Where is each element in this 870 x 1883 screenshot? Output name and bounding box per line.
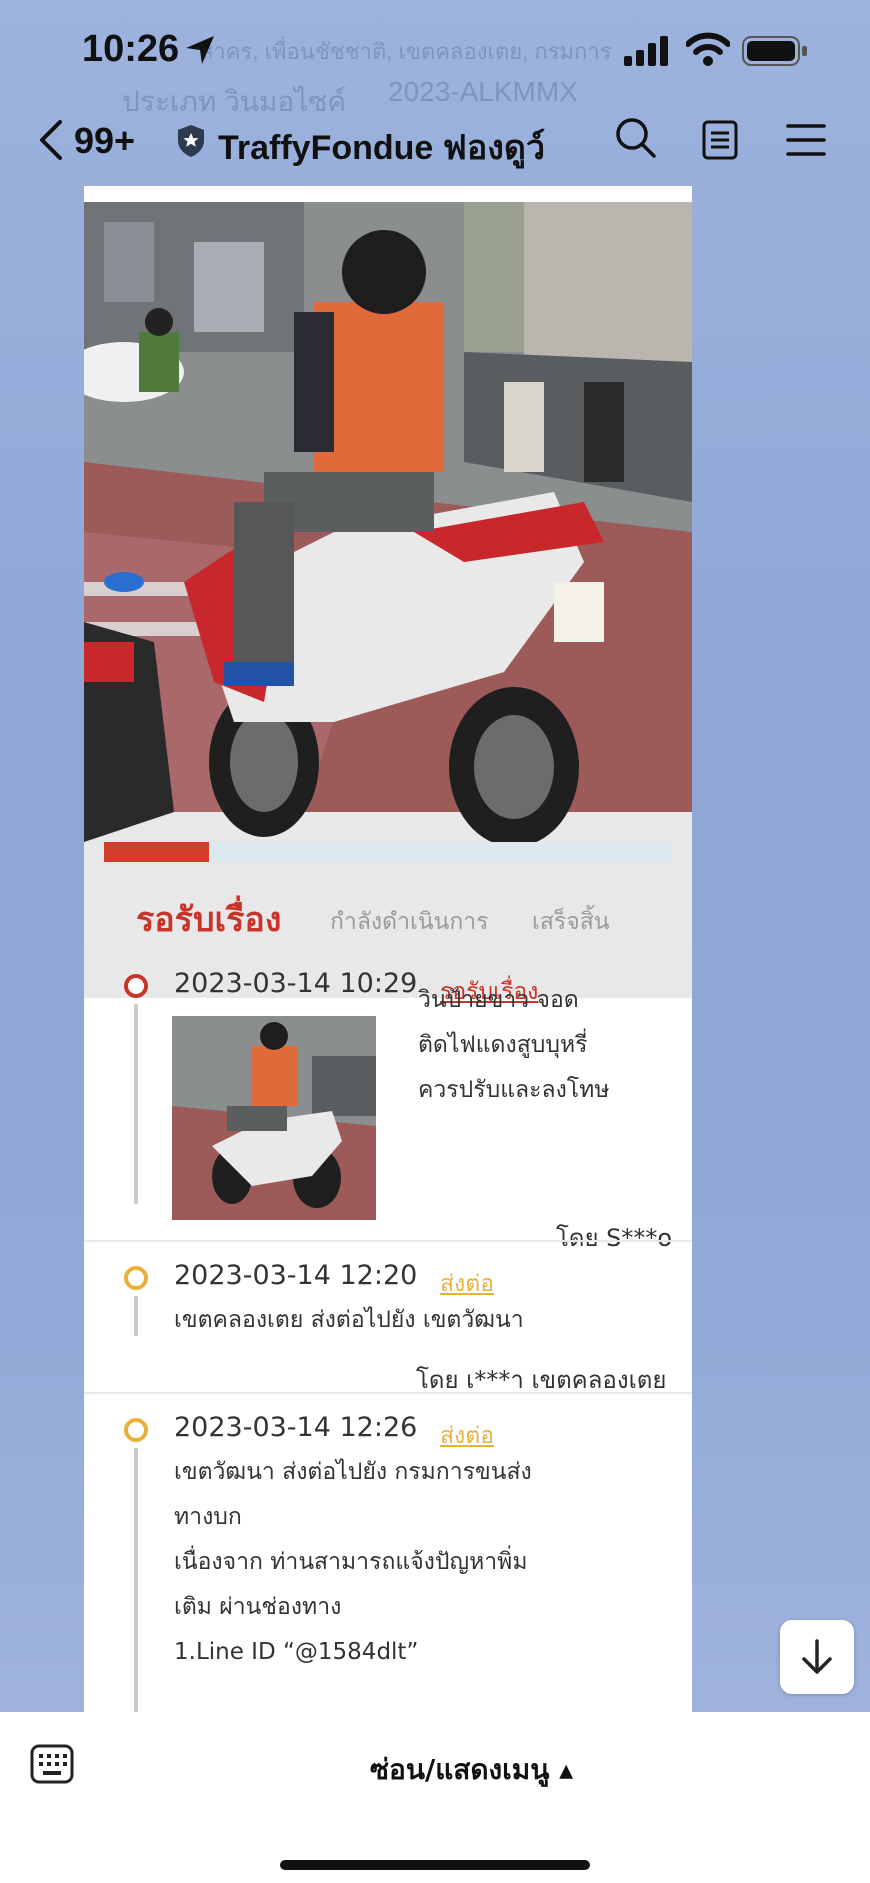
description-line: ติดไฟแดงสูบบุหรี่: [418, 1032, 588, 1058]
description-line: วินป้ายขาว จอด: [418, 987, 579, 1013]
chevron-left-icon[interactable]: [36, 118, 66, 162]
report-thumbnail[interactable]: [172, 1016, 376, 1220]
timeline-description: วินป้ายขาว จอด ติดไฟแดงสูบบุหรี่ ควรปรับ…: [418, 978, 609, 1113]
timeline-dot-icon: [124, 1266, 148, 1290]
timeline-line: [134, 1448, 138, 1712]
timeline-status-link[interactable]: ส่งต่อ: [440, 1418, 494, 1454]
timeline-date: 2023-03-14 10:29: [174, 968, 418, 999]
status-bar: 10:26: [0, 0, 870, 100]
bottom-menu-bar: ซ่อน/แสดงเมนู ▴: [0, 1712, 870, 1883]
timeline-description: เขตวัฒนา ส่งต่อไปยัง กรมการขนส่ง ทางบก เ…: [174, 1450, 532, 1675]
shield-star-icon: [178, 125, 204, 157]
status-progress-bar: [104, 842, 672, 862]
description-line: เขตวัฒนา ส่งต่อไปยัง กรมการขนส่ง: [174, 1459, 532, 1485]
description-line: เขตคลองเตย ส่งต่อไปยัง เขตวัฒนา: [174, 1307, 524, 1333]
timeline-date: 2023-03-14 12:20: [174, 1260, 418, 1291]
timeline-item: 2023-03-14 10:29 รอรับเรื่อง วินป้ายขาว …: [84, 950, 692, 1252]
timeline-description: เขตคลองเตย ส่งต่อไปยัง เขตวัฒนา: [174, 1298, 524, 1343]
scroll-to-bottom-button[interactable]: [780, 1620, 854, 1694]
battery-icon: [742, 36, 807, 66]
description-line: เนื่องจาก ท่านสามารถแจ้งปัญหาพิ่ม: [174, 1549, 528, 1575]
search-icon[interactable]: [614, 116, 658, 160]
status-tabs: รอรับเรื่อง กำลังดำเนินการ เสร็จสิ้น: [84, 874, 692, 946]
timeline-line: [134, 1004, 138, 1204]
home-indicator: [280, 1860, 590, 1870]
status-time: 10:26: [82, 28, 180, 70]
report-card[interactable]: รอรับเรื่อง กำลังดำเนินการ เสร็จสิ้น 202…: [84, 186, 692, 1712]
back-unread-count[interactable]: 99+: [74, 120, 135, 162]
description-line: ควรปรับและลงโทษ: [418, 1077, 610, 1103]
wifi-icon: [686, 32, 730, 66]
arrow-down-icon: [802, 1639, 832, 1674]
tab-in-progress[interactable]: กำลังดำเนินการ: [330, 904, 489, 940]
toggle-menu-button[interactable]: ซ่อน/แสดงเมนู ▴: [370, 1748, 573, 1792]
timeline-dot-icon: [124, 974, 148, 998]
description-line: 1.Line ID “@1584dlt”: [174, 1639, 419, 1665]
timeline-status-link[interactable]: ส่งต่อ: [440, 1266, 494, 1302]
chat-header: 99+ TraffyFondue ฟองดูว์: [0, 100, 870, 184]
signal-icon: [624, 36, 668, 66]
hamburger-menu-icon[interactable]: [786, 122, 826, 158]
timeline-dot-icon: [124, 1418, 148, 1442]
timeline-item: 2023-03-14 12:26 ส่งต่อ เขตวัฒนา ส่งต่อไ…: [84, 1394, 692, 1712]
description-line: เติม ผ่านช่องทาง: [174, 1594, 342, 1620]
timeline-item: 2023-03-14 12:20 ส่งต่อ เขตคลองเตย ส่งต่…: [84, 1242, 692, 1394]
chat-title: TraffyFondue ฟองดูว์: [218, 129, 546, 167]
location-arrow-icon: [186, 36, 214, 64]
note-icon[interactable]: [702, 120, 738, 160]
tab-completed[interactable]: เสร็จสิ้น: [532, 904, 610, 940]
timeline-line: [134, 1296, 138, 1336]
keyboard-icon[interactable]: [30, 1742, 74, 1786]
tab-waiting[interactable]: รอรับเรื่อง: [136, 892, 281, 946]
status-progress-fill: [104, 842, 210, 862]
timeline-date: 2023-03-14 12:26: [174, 1412, 418, 1443]
description-line: ทางบก: [174, 1504, 242, 1530]
